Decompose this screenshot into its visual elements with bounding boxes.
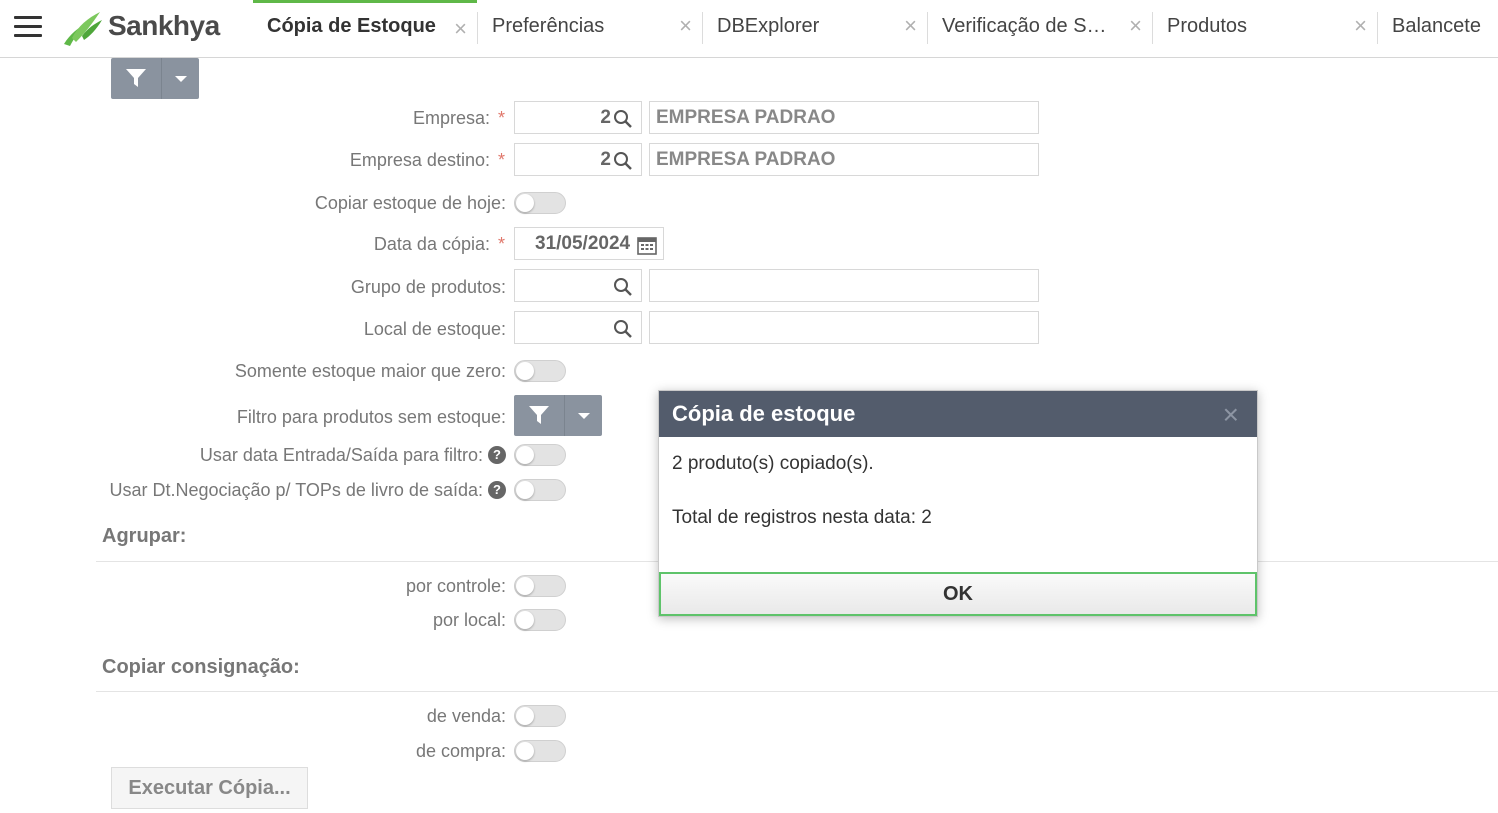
local-estoque-desc <box>649 311 1039 344</box>
por-local-toggle[interactable] <box>514 609 566 631</box>
toggle-knob <box>516 577 534 595</box>
search-icon[interactable] <box>613 319 633 339</box>
grupo-produtos-label: Grupo de produtos: <box>350 277 506 297</box>
copiar-hoje-label: Copiar estoque de hoje: <box>314 193 506 213</box>
tab-verificacao[interactable]: Verificação de Sa… × <box>928 0 1152 56</box>
por-controle-toggle[interactable] <box>514 575 566 597</box>
tab-label: Preferências <box>492 15 605 37</box>
tab-label: Cópia de Estoque <box>267 15 436 37</box>
toggle-knob <box>516 742 534 760</box>
close-icon[interactable]: × <box>1354 15 1367 37</box>
search-icon[interactable] <box>613 109 633 129</box>
empresa-destino-label: Empresa destino: * <box>349 150 505 170</box>
usar-dt-negociacao-label: Usar Dt.Negociação p/ TOPs de livro de s… <box>109 480 483 500</box>
toggle-knob <box>516 611 534 629</box>
empresa-code: 2 <box>600 107 611 128</box>
close-icon[interactable]: × <box>679 15 692 37</box>
toggle-knob <box>516 481 534 499</box>
tab-dbexplorer[interactable]: DBExplorer × <box>703 0 927 56</box>
tab-label: Balancete <box>1392 15 1481 37</box>
tab-produtos[interactable]: Produtos × <box>1153 0 1377 56</box>
logo-text: Sankhya <box>108 10 220 41</box>
executar-copia-button[interactable]: Executar Cópia... <box>111 767 308 809</box>
dialog-message-1: 2 produto(s) copiado(s). <box>672 453 874 474</box>
por-local-label: por local: <box>432 610 506 630</box>
local-estoque-input[interactable] <box>514 311 642 344</box>
empresa-code-input[interactable]: 2 <box>514 101 642 134</box>
dialog-title: Cópia de estoque <box>672 401 856 426</box>
toggle-knob <box>516 362 534 380</box>
tab-label: DBExplorer <box>717 15 820 37</box>
grupo-produtos-desc <box>649 269 1039 302</box>
leaf-logo-icon <box>64 12 102 46</box>
somente-maior-zero-toggle[interactable] <box>514 360 566 382</box>
empresa-name-field: EMPRESA PADRAO <box>649 101 1039 134</box>
help-icon[interactable]: ? <box>488 481 506 499</box>
empresa-label: Empresa: * <box>412 108 505 128</box>
empresa-destino-code-input[interactable]: 2 <box>514 143 642 176</box>
help-icon[interactable]: ? <box>488 446 506 464</box>
grupo-produtos-input[interactable] <box>514 269 642 302</box>
toggle-knob <box>516 446 534 464</box>
search-icon[interactable] <box>613 277 633 297</box>
somente-maior-zero-label: Somente estoque maior que zero: <box>234 361 506 381</box>
toggle-knob <box>516 707 534 725</box>
copiar-hoje-toggle[interactable] <box>514 192 566 214</box>
copia-estoque-dialog: Cópia de estoque × 2 produto(s) copiado(… <box>658 390 1258 617</box>
close-icon[interactable]: × <box>1223 399 1239 431</box>
tab-label: Verificação de Sa… <box>942 15 1117 37</box>
tab-label: Produtos <box>1167 15 1248 37</box>
empresa-destino-name-field: EMPRESA PADRAO <box>649 143 1039 176</box>
de-compra-label: de compra: <box>415 741 506 761</box>
dialog-message-2: Total de registros nesta data: 2 <box>672 507 932 528</box>
por-controle-label: por controle: <box>405 576 506 596</box>
toggle-knob <box>516 194 534 212</box>
close-icon[interactable]: × <box>904 15 917 37</box>
de-venda-label: de venda: <box>426 706 506 726</box>
divider <box>96 691 1498 692</box>
filter-button[interactable] <box>111 58 199 99</box>
divider <box>564 395 565 436</box>
dialog-header: Cópia de estoque × <box>659 391 1257 437</box>
caret-down-icon[interactable] <box>175 76 187 82</box>
data-copia-input[interactable]: 31/05/2024 <box>514 227 664 260</box>
data-copia-value: 31/05/2024 <box>535 233 631 254</box>
divider <box>161 58 162 99</box>
tab-copia-estoque[interactable]: Cópia de Estoque × <box>253 0 477 56</box>
data-copia-label: Data da cópia: * <box>373 234 505 254</box>
top-bar: Sankhya Cópia de Estoque × Preferências … <box>0 0 1498 58</box>
close-icon[interactable]: × <box>1129 15 1142 37</box>
usar-data-es-toggle[interactable] <box>514 444 566 466</box>
de-venda-toggle[interactable] <box>514 705 566 727</box>
agrupar-title: Agrupar: <box>102 525 187 547</box>
usar-dt-negociacao-toggle[interactable] <box>514 479 566 501</box>
filtro-sem-estoque-button[interactable] <box>514 395 602 436</box>
funnel-icon <box>126 69 146 87</box>
filtro-sem-estoque-label: Filtro para produtos sem estoque: <box>236 407 506 427</box>
sankhya-logo[interactable]: Sankhya <box>60 8 240 48</box>
close-icon[interactable]: × <box>454 18 467 40</box>
local-estoque-label: Local de estoque: <box>363 319 506 339</box>
de-compra-toggle[interactable] <box>514 740 566 762</box>
calendar-icon[interactable] <box>637 235 657 255</box>
caret-down-icon[interactable] <box>578 413 590 419</box>
ok-button[interactable]: OK <box>659 572 1257 616</box>
tab-preferencias[interactable]: Preferências × <box>478 0 702 56</box>
tab-balancete[interactable]: Balancete <box>1378 0 1498 56</box>
consignacao-title: Copiar consignação: <box>102 656 300 678</box>
empresa-destino-code: 2 <box>600 149 611 170</box>
search-icon[interactable] <box>613 151 633 171</box>
funnel-icon <box>529 406 549 424</box>
usar-data-es-label: Usar data Entrada/Saída para filtro: <box>199 445 483 465</box>
menu-icon[interactable] <box>14 16 42 38</box>
